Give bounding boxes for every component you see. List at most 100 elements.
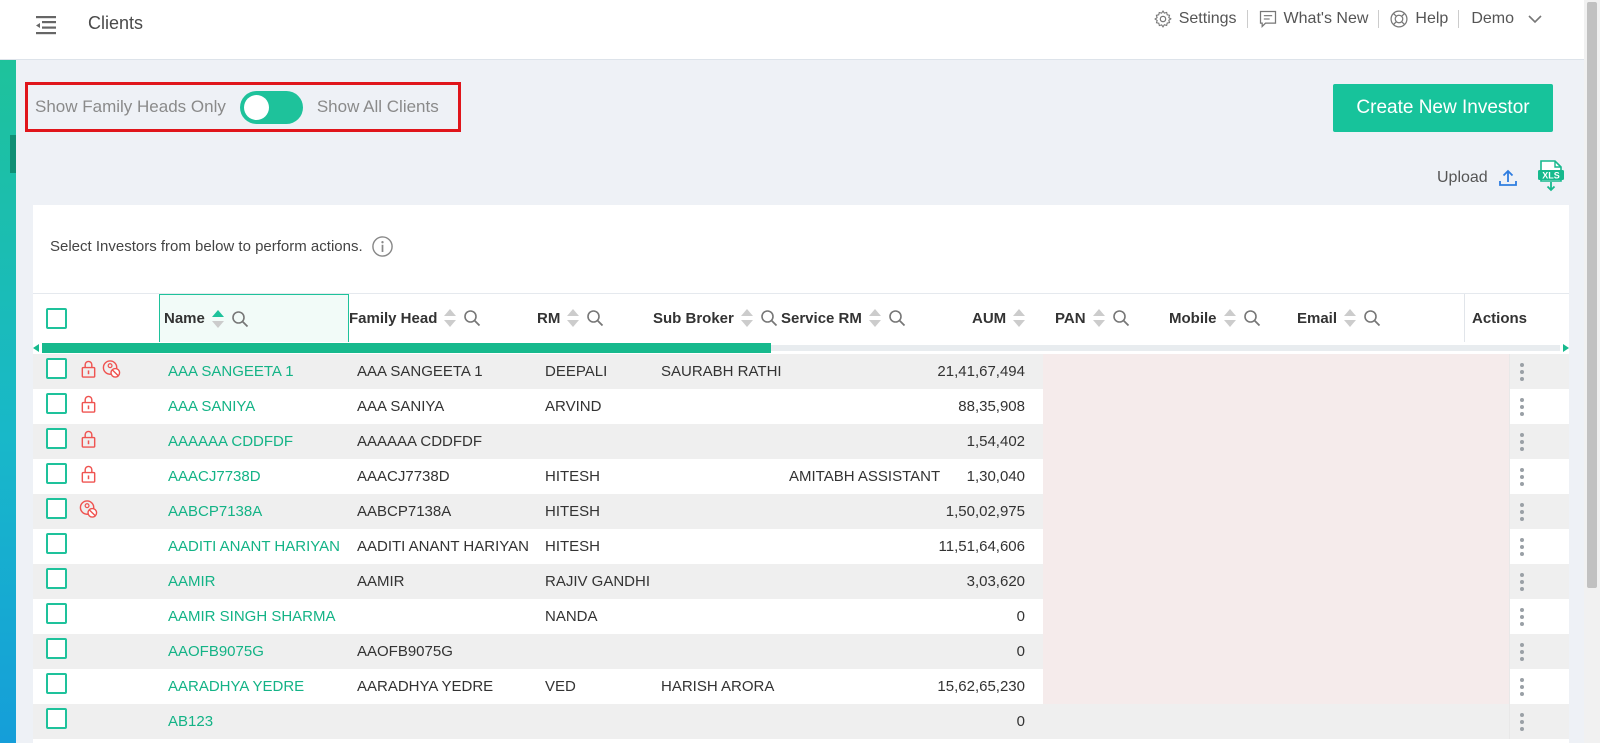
sort-icon[interactable] bbox=[1343, 308, 1357, 328]
horizontal-scrollbar[interactable] bbox=[33, 342, 1569, 354]
aum-cell: 11,51,64,606 bbox=[938, 538, 1025, 555]
status-icons bbox=[79, 351, 121, 386]
column-header-family-head[interactable]: Family Head bbox=[349, 294, 481, 342]
column-header-aum[interactable]: AUM bbox=[972, 294, 1026, 342]
aum-cell: 3,03,620 bbox=[966, 573, 1025, 590]
sort-icon[interactable] bbox=[1092, 308, 1106, 328]
row-checkbox[interactable] bbox=[46, 638, 67, 659]
user-name: Demo bbox=[1471, 10, 1514, 27]
top-nav: Settings What's New Help Demo bbox=[1143, 8, 1542, 30]
sidebar-accent-bar bbox=[0, 60, 16, 743]
settings-link[interactable]: Settings bbox=[1143, 9, 1247, 29]
sort-icon[interactable] bbox=[868, 308, 882, 328]
investor-name-link[interactable]: AAACJ7738D bbox=[168, 459, 261, 494]
search-icon[interactable] bbox=[760, 309, 778, 327]
scroll-right-arrow[interactable] bbox=[1563, 344, 1569, 352]
column-header-rm[interactable]: RM bbox=[537, 294, 604, 342]
investor-name-link[interactable]: AAA SANIYA bbox=[168, 389, 255, 424]
info-icon[interactable] bbox=[371, 235, 394, 258]
investor-name-link[interactable]: AABCP7138A bbox=[168, 494, 262, 529]
masked-contact-cells bbox=[1043, 599, 1509, 634]
investor-name-link[interactable]: AB123 bbox=[168, 704, 213, 739]
whats-new-link[interactable]: What's New bbox=[1248, 9, 1379, 29]
gear-icon bbox=[1153, 10, 1172, 28]
sort-icon[interactable] bbox=[1012, 308, 1026, 328]
row-checkbox[interactable] bbox=[46, 568, 67, 589]
aum-cell: 88,35,908 bbox=[958, 398, 1025, 415]
family-head-cell: AAAAAA CDDFDF bbox=[357, 433, 483, 450]
column-sub-broker-label: Sub Broker bbox=[653, 309, 734, 327]
table-row: AADITI ANANT HARIYAN AADITI ANANT HARIYA… bbox=[33, 529, 1569, 564]
search-icon[interactable] bbox=[1243, 309, 1261, 327]
column-header-mobile[interactable]: Mobile bbox=[1169, 294, 1261, 342]
rm-cell: ARVIND bbox=[545, 398, 602, 415]
create-new-investor-button[interactable]: Create New Investor bbox=[1333, 84, 1553, 132]
row-checkbox[interactable] bbox=[46, 463, 67, 484]
page-scrollbar[interactable] bbox=[1584, 0, 1600, 743]
row-checkbox[interactable] bbox=[46, 603, 67, 624]
search-icon[interactable] bbox=[1363, 309, 1381, 327]
sort-icon[interactable] bbox=[740, 308, 754, 328]
select-all-checkbox[interactable] bbox=[46, 307, 67, 329]
more-actions-icon[interactable] bbox=[1520, 678, 1524, 696]
scrollbar-thumb[interactable] bbox=[42, 343, 771, 353]
more-actions-icon[interactable] bbox=[1520, 363, 1524, 381]
search-icon[interactable] bbox=[1112, 309, 1130, 327]
scrollbar-thumb[interactable] bbox=[1587, 2, 1597, 588]
row-checkbox[interactable] bbox=[46, 533, 67, 554]
menu-icon[interactable] bbox=[34, 13, 58, 37]
aum-cell: 0 bbox=[1016, 608, 1025, 625]
search-icon[interactable] bbox=[586, 309, 604, 327]
investor-name-link[interactable]: AAA SANGEETA 1 bbox=[168, 354, 294, 389]
more-actions-icon[interactable] bbox=[1520, 398, 1524, 416]
column-header-pan[interactable]: PAN bbox=[1055, 294, 1130, 342]
more-actions-icon[interactable] bbox=[1520, 643, 1524, 661]
family-head-cell: AARADHYA YEDRE bbox=[357, 678, 494, 695]
xls-download-icon[interactable]: XLS bbox=[1537, 160, 1565, 192]
more-actions-icon[interactable] bbox=[1520, 538, 1524, 556]
row-checkbox[interactable] bbox=[46, 673, 67, 694]
investor-name-link[interactable]: AAOFB9075G bbox=[168, 634, 264, 669]
search-icon[interactable] bbox=[463, 309, 481, 327]
more-actions-icon[interactable] bbox=[1520, 573, 1524, 591]
actions-cell bbox=[1509, 494, 1569, 529]
more-actions-icon[interactable] bbox=[1520, 608, 1524, 626]
sort-icon[interactable] bbox=[443, 308, 457, 328]
upload-button[interactable]: Upload bbox=[1437, 168, 1518, 188]
sort-icon[interactable] bbox=[1223, 308, 1237, 328]
more-actions-icon[interactable] bbox=[1520, 503, 1524, 521]
row-checkbox[interactable] bbox=[46, 358, 67, 379]
show-all-clients-toggle[interactable] bbox=[239, 90, 303, 124]
user-menu[interactable]: Demo bbox=[1459, 10, 1542, 28]
investor-name-link[interactable]: AAMIR bbox=[168, 564, 216, 599]
column-header-email[interactable]: Email bbox=[1297, 294, 1381, 342]
column-header-service-rm[interactable]: Service RM bbox=[781, 294, 906, 342]
masked-contact-cells bbox=[1043, 459, 1509, 494]
masked-contact-cells bbox=[1043, 494, 1509, 529]
search-icon[interactable] bbox=[231, 310, 249, 328]
lock-icon bbox=[81, 430, 96, 448]
investor-name-link[interactable]: AADITI ANANT HARIYAN bbox=[168, 529, 340, 564]
row-checkbox[interactable] bbox=[46, 498, 67, 519]
search-icon[interactable] bbox=[888, 309, 906, 327]
more-actions-icon[interactable] bbox=[1520, 433, 1524, 451]
column-header-sub-broker[interactable]: Sub Broker bbox=[653, 294, 778, 342]
sort-ascending-icon[interactable] bbox=[211, 309, 225, 329]
all-clients-label[interactable]: Show All Clients bbox=[317, 97, 439, 117]
investor-name-link[interactable]: AAAAAA CDDFDF bbox=[168, 424, 293, 459]
column-header-name[interactable]: Name bbox=[159, 294, 349, 342]
actions-cell bbox=[1509, 669, 1569, 704]
row-checkbox[interactable] bbox=[46, 708, 67, 729]
row-checkbox[interactable] bbox=[46, 428, 67, 449]
investor-name-link[interactable]: AARADHYA YEDRE bbox=[168, 669, 304, 704]
row-checkbox[interactable] bbox=[46, 393, 67, 414]
more-actions-icon[interactable] bbox=[1520, 713, 1524, 731]
family-heads-label[interactable]: Show Family Heads Only bbox=[35, 97, 226, 117]
more-actions-icon[interactable] bbox=[1520, 468, 1524, 486]
rm-cell: RAJIV GANDHI bbox=[545, 573, 651, 590]
sort-icon[interactable] bbox=[566, 308, 580, 328]
actions-cell bbox=[1509, 424, 1569, 459]
scroll-left-arrow[interactable] bbox=[33, 344, 39, 352]
investor-name-link[interactable]: AAMIR SINGH SHARMA bbox=[168, 599, 336, 634]
help-link[interactable]: Help bbox=[1379, 9, 1458, 29]
